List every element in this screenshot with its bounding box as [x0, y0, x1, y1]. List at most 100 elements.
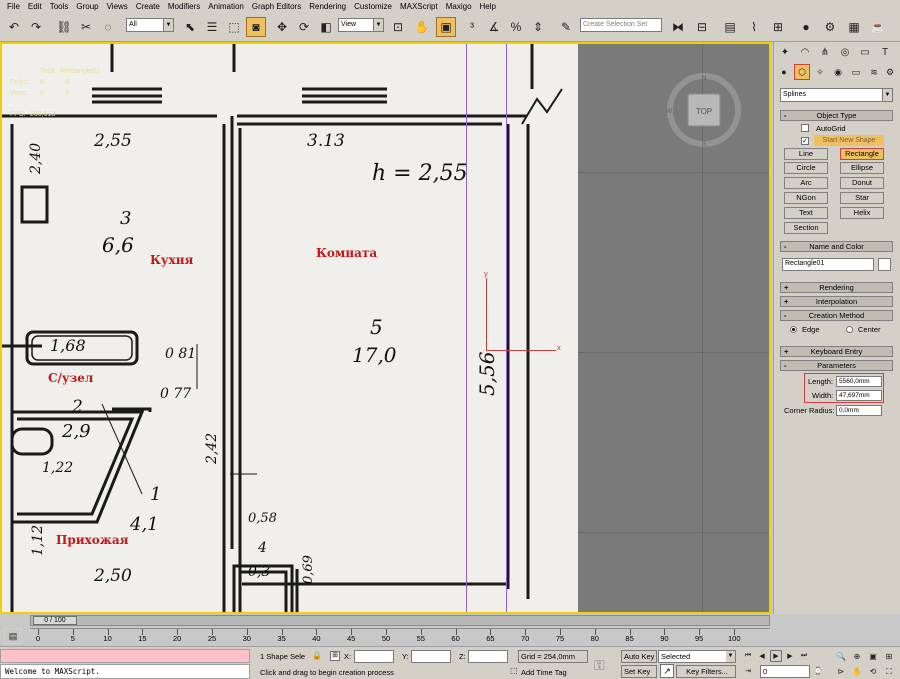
menu-rendering[interactable]: Rendering: [305, 0, 350, 14]
go-to-end-icon[interactable]: ⏭: [798, 650, 810, 662]
modify-tab-icon[interactable]: ◠: [796, 44, 814, 60]
mirror-icon[interactable]: ⧓: [668, 17, 688, 37]
scale-icon[interactable]: ◧: [316, 17, 336, 37]
go-to-start-icon[interactable]: ⏮: [742, 650, 754, 662]
previous-frame-icon[interactable]: ◀: [756, 650, 768, 662]
donut-button[interactable]: Donut: [840, 177, 884, 189]
orbit-icon[interactable]: ⟲: [866, 665, 880, 678]
utilities-tab-icon[interactable]: T: [876, 44, 894, 60]
set-key-button[interactable]: Set Key: [621, 665, 657, 678]
render-setup-icon[interactable]: ⚙: [820, 17, 840, 37]
rotate-icon[interactable]: ⟳: [294, 17, 314, 37]
next-frame-icon[interactable]: ▶: [784, 650, 796, 662]
creation-method-rollout[interactable]: - Creation Method: [780, 310, 893, 321]
corner-radius-spinner[interactable]: 0,0mm: [836, 405, 882, 416]
text-button[interactable]: Text: [784, 207, 828, 219]
unlink-icon[interactable]: ✂: [76, 17, 96, 37]
add-time-tag-icon[interactable]: ⬚: [510, 666, 518, 676]
line-button[interactable]: Line: [784, 148, 828, 160]
systems-icon[interactable]: ⚙: [882, 64, 898, 80]
shapes-icon[interactable]: ⬡: [794, 64, 810, 80]
zoom-extents-all-icon[interactable]: ⊞: [882, 650, 896, 663]
menu-file[interactable]: File: [3, 0, 24, 14]
align-icon[interactable]: ⊟: [692, 17, 712, 37]
zoom-extents-icon[interactable]: ▣: [866, 650, 880, 663]
center-radio[interactable]: [846, 326, 853, 333]
edit-named-selection-icon[interactable]: ✎: [556, 17, 576, 37]
menu-help[interactable]: Help: [476, 0, 500, 14]
gizmo-x-axis[interactable]: [486, 350, 556, 351]
object-color-swatch[interactable]: [878, 258, 891, 271]
current-frame-field[interactable]: 0: [760, 665, 810, 678]
rendering-rollout[interactable]: + Rendering: [780, 282, 893, 293]
field-of-view-icon[interactable]: ⊳: [834, 665, 848, 678]
pivot-center-icon[interactable]: ⊡: [388, 17, 408, 37]
manipulate-icon[interactable]: ✋: [412, 17, 432, 37]
percent-snap-icon[interactable]: %: [506, 17, 526, 37]
name-and-color-rollout[interactable]: - Name and Color: [780, 241, 893, 252]
ellipse-button[interactable]: Ellipse: [840, 162, 884, 174]
select-object-icon[interactable]: ⬉: [180, 17, 200, 37]
schematic-view-icon[interactable]: ⊞: [768, 17, 788, 37]
spinner-snap-icon[interactable]: ⇕: [528, 17, 548, 37]
maximize-viewport-icon[interactable]: ⛶: [882, 665, 896, 678]
object-name-field[interactable]: Rectangle01: [782, 258, 874, 271]
add-time-tag[interactable]: Add Time Tag: [521, 667, 567, 678]
object-type-rollout[interactable]: - Object Type: [780, 110, 893, 121]
menu-animation[interactable]: Animation: [204, 0, 248, 14]
circle-button[interactable]: Circle: [784, 162, 828, 174]
viewcube[interactable]: TOP N S W: [666, 72, 742, 148]
reference-coordinate-dropdown[interactable]: View ▼: [338, 18, 384, 32]
zoom-icon[interactable]: 🔍: [834, 650, 848, 663]
auto-key-button[interactable]: Auto Key: [621, 650, 657, 663]
section-button[interactable]: Section: [784, 222, 828, 234]
z-coordinate-field[interactable]: [468, 650, 508, 663]
ngon-button[interactable]: NGon: [784, 192, 828, 204]
play-icon[interactable]: ▶: [770, 650, 782, 662]
menu-maxscript[interactable]: MAXScript: [396, 0, 442, 14]
material-editor-icon[interactable]: ●: [796, 17, 816, 37]
rect-selection-icon[interactable]: ⬚: [224, 17, 244, 37]
move-icon[interactable]: ✥: [272, 17, 292, 37]
key-mode-dropdown[interactable]: Selected ▼: [658, 650, 736, 663]
angle-snap-icon[interactable]: ∡: [484, 17, 504, 37]
key-mode-toggle-icon[interactable]: ⇥: [742, 665, 754, 677]
x-coordinate-field[interactable]: [354, 650, 394, 663]
helix-button[interactable]: Helix: [840, 207, 884, 219]
menu-customize[interactable]: Customize: [350, 0, 396, 14]
menu-create[interactable]: Create: [132, 0, 164, 14]
keyboard-shortcut-override-icon[interactable]: ▣: [436, 17, 456, 37]
lock-selection-icon[interactable]: 🔒: [312, 651, 322, 660]
star-button[interactable]: Star: [840, 192, 884, 204]
selection-filter-dropdown[interactable]: All ▼: [126, 18, 174, 32]
undo-icon[interactable]: ↶: [4, 17, 24, 37]
time-slider-handle[interactable]: 0 / 100: [33, 616, 77, 625]
menu-group[interactable]: Group: [72, 0, 102, 14]
create-tab-icon[interactable]: ✦: [776, 44, 794, 60]
start-new-shape-button[interactable]: Start New Shape: [814, 135, 884, 146]
helpers-icon[interactable]: ▭: [848, 64, 864, 80]
select-by-name-icon[interactable]: ☰: [202, 17, 222, 37]
y-coordinate-field[interactable]: [411, 650, 451, 663]
quick-render-icon[interactable]: ☕: [868, 17, 888, 37]
length-spinner[interactable]: 5560,0mm: [836, 376, 882, 387]
zoom-all-icon[interactable]: ⊕: [850, 650, 864, 663]
autogrid-checkbox[interactable]: [801, 124, 809, 132]
window-crossing-icon[interactable]: ◙: [246, 17, 266, 37]
display-tab-icon[interactable]: ▭: [856, 44, 874, 60]
absolute-mode-icon[interactable]: ⊞: [330, 651, 340, 661]
maxscript-listener[interactable]: Welcome to MAXScript.: [0, 664, 250, 679]
key-icon[interactable]: ⚿: [594, 657, 605, 674]
curve-editor-icon[interactable]: ⌇: [744, 17, 764, 37]
rectangle-button[interactable]: Rectangle: [840, 148, 884, 160]
category-dropdown[interactable]: Splines ▼: [780, 88, 893, 102]
maxscript-listener-top[interactable]: [0, 649, 250, 663]
width-spinner[interactable]: 47,697mm: [836, 390, 882, 401]
interpolation-rollout[interactable]: + Interpolation: [780, 296, 893, 307]
start-new-shape-checkbox[interactable]: ✓: [801, 137, 809, 145]
menu-edit[interactable]: Edit: [24, 0, 46, 14]
layer-manager-icon[interactable]: ▤: [720, 17, 740, 37]
edge-radio[interactable]: [790, 326, 797, 333]
gizmo-y-axis[interactable]: [486, 278, 487, 350]
lights-icon[interactable]: ✧: [812, 64, 828, 80]
